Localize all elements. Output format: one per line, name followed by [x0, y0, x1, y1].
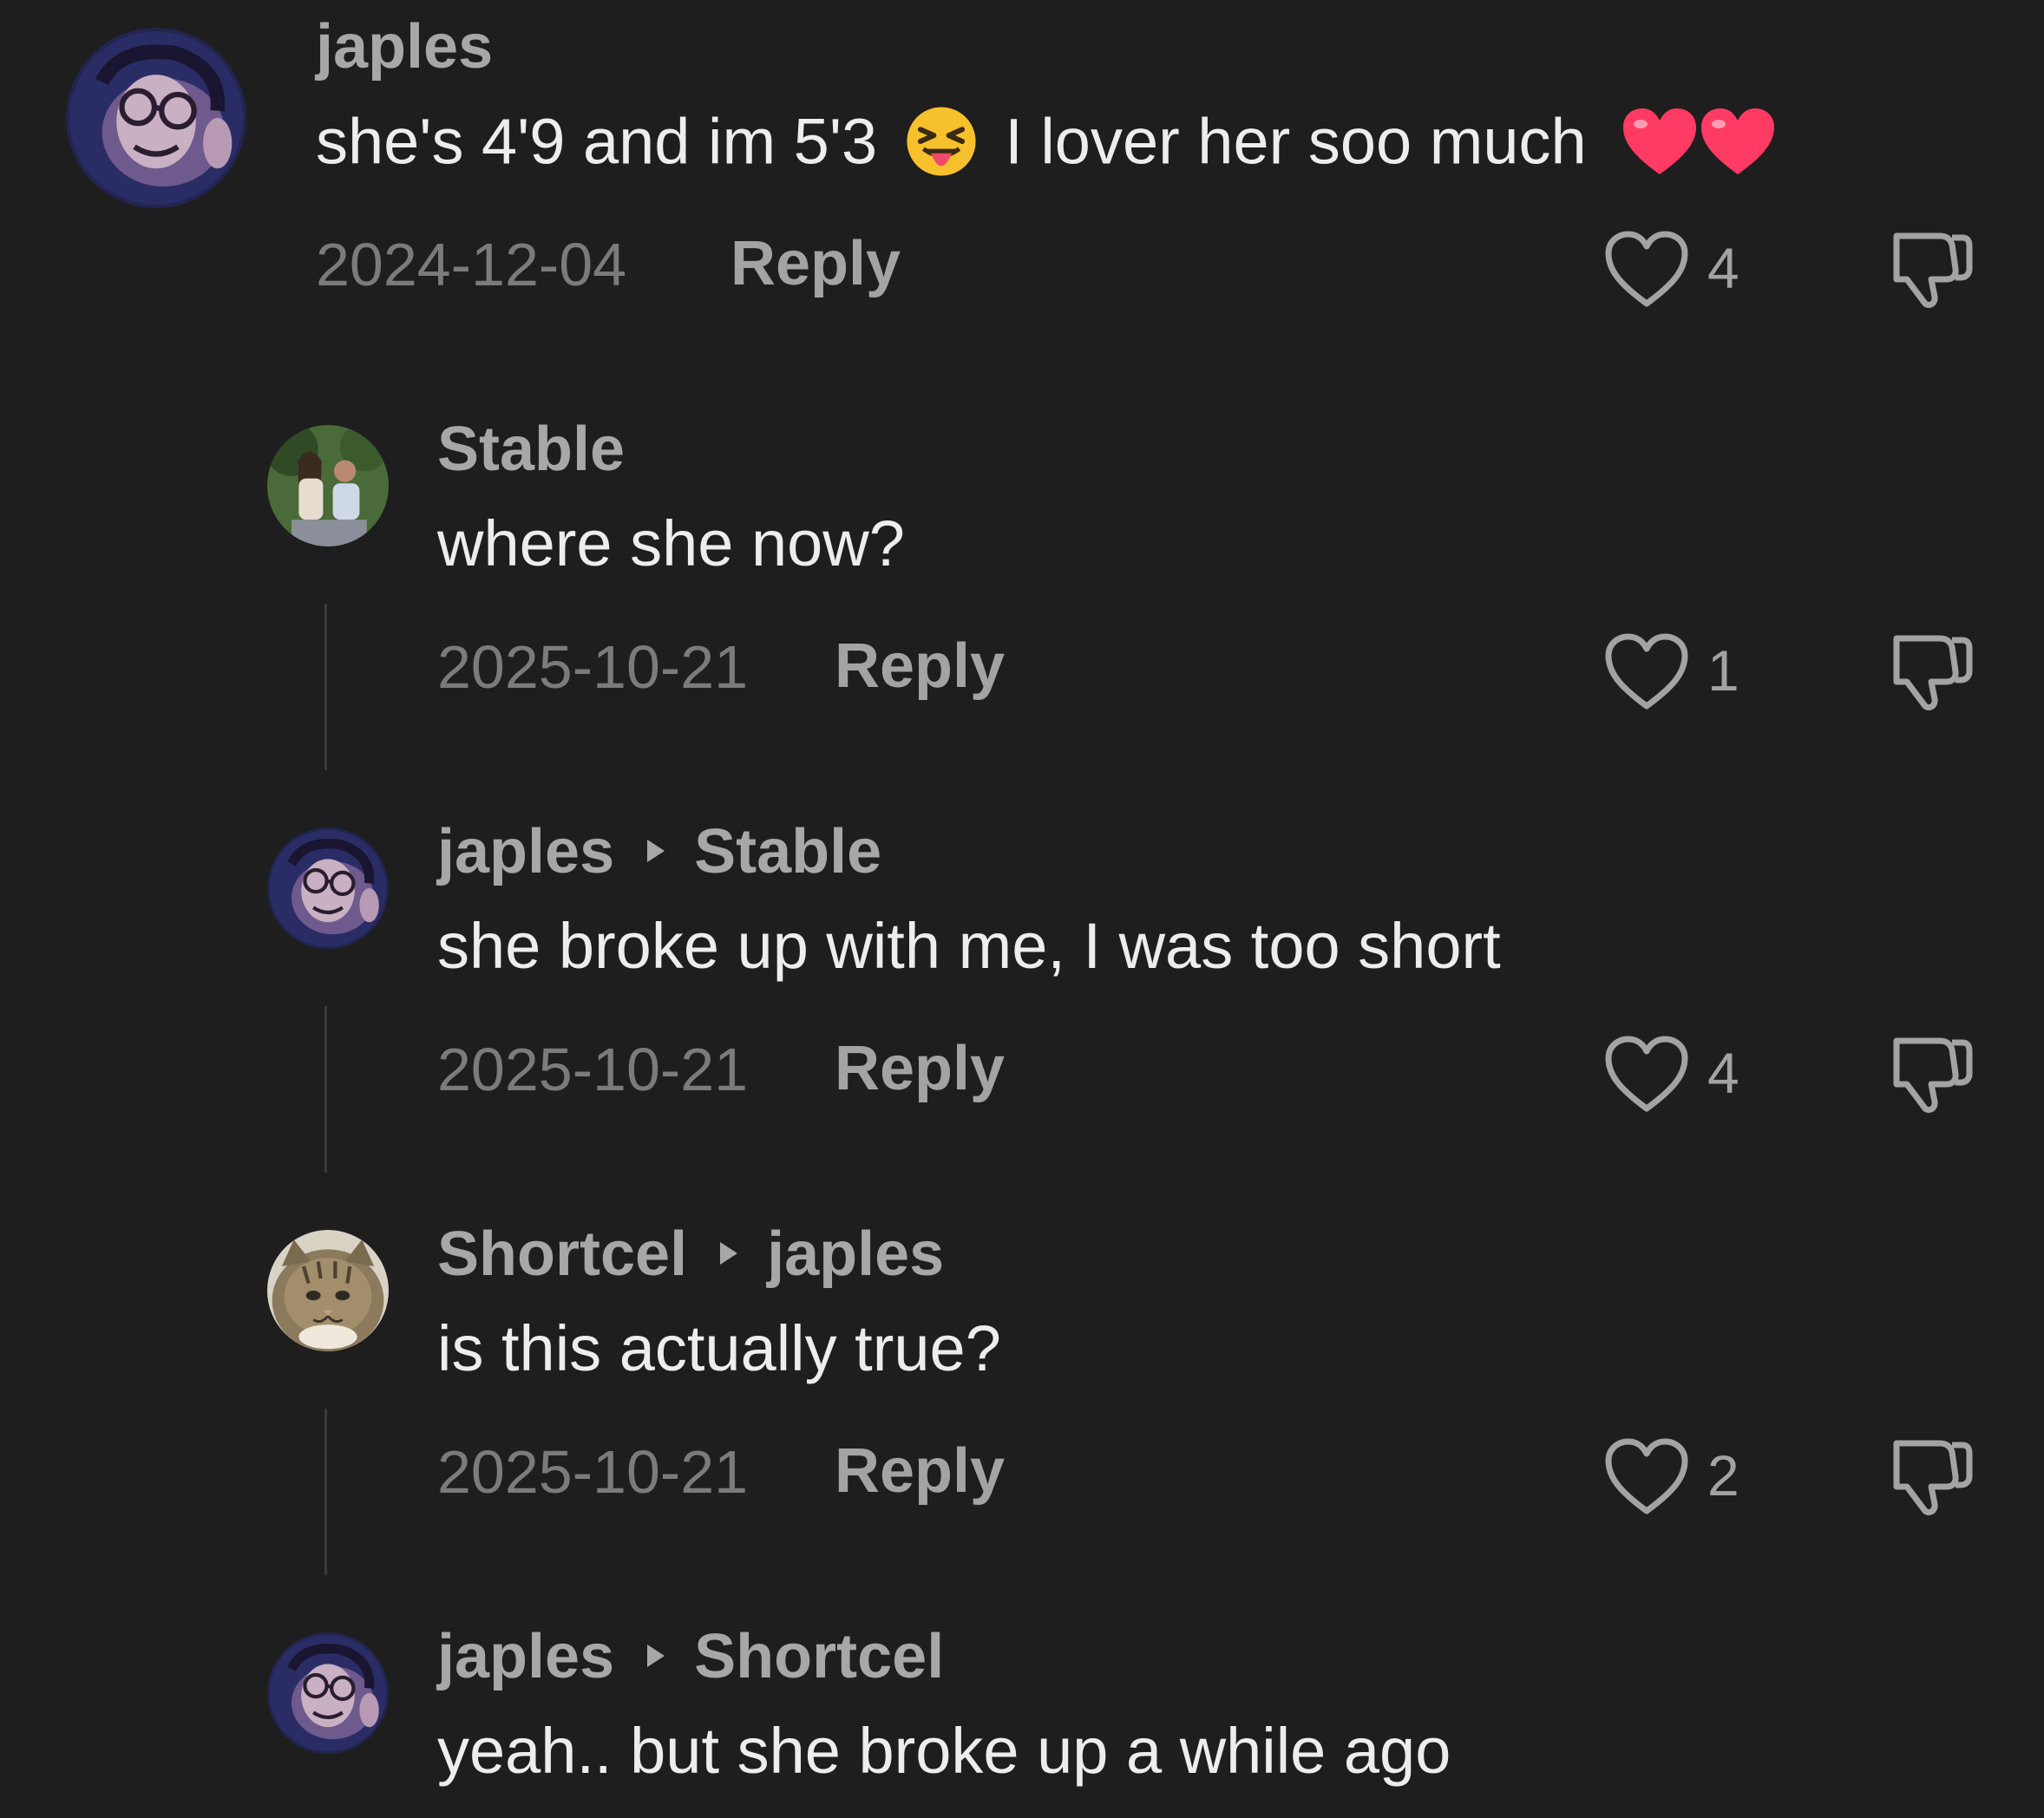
comment-date: 2025-10-21 — [437, 1036, 749, 1103]
comment-text: she's 4'9 and im 5'3 I lover her soo muc… — [316, 105, 1778, 184]
thread-line — [324, 1409, 327, 1575]
thread-line — [324, 604, 327, 770]
triangle-right-icon — [720, 1241, 738, 1265]
comment-author[interactable]: japles Stable — [437, 821, 881, 883]
avatar[interactable] — [267, 425, 389, 546]
heart-outline-icon[interactable] — [1603, 631, 1690, 711]
author-name[interactable]: japles — [316, 12, 493, 82]
reply-button[interactable]: Reply — [730, 232, 901, 295]
comment-date: 2025-10-21 — [437, 1438, 749, 1506]
heart-outline-icon[interactable] — [1603, 1034, 1690, 1114]
author-name[interactable]: japles — [437, 817, 614, 886]
like-count: 1 — [1707, 638, 1739, 703]
squinting-tongue-face-emoji — [904, 104, 979, 179]
comment-text-part: I lover her soo much — [1005, 105, 1587, 178]
avatar-shortcel-cat-image — [267, 1230, 389, 1351]
thumbs-down-icon[interactable] — [1886, 224, 1976, 314]
avatar[interactable] — [66, 28, 246, 208]
avatar-japles-image — [267, 827, 389, 949]
avatar[interactable] — [267, 827, 389, 949]
comment-author[interactable]: japles — [316, 16, 493, 78]
comment-date: 2025-10-21 — [437, 633, 749, 701]
comment-text: yeah.. but she broke up a while ago — [437, 1715, 1451, 1787]
like-count: 2 — [1707, 1443, 1739, 1507]
like-count: 4 — [1707, 236, 1739, 300]
reply-to-name[interactable]: Stable — [694, 817, 881, 886]
two-red-hearts-emoji — [1621, 105, 1778, 178]
avatar[interactable] — [267, 1230, 389, 1351]
heart-outline-icon[interactable] — [1603, 1436, 1690, 1516]
avatar-stable-image — [267, 425, 389, 546]
heart-outline-icon[interactable] — [1603, 229, 1690, 309]
avatar[interactable] — [267, 1632, 389, 1754]
comment-author[interactable]: Shortcel japles — [437, 1223, 944, 1285]
thumbs-down-icon[interactable] — [1886, 1029, 1976, 1119]
avatar-japles-image — [66, 28, 246, 208]
author-name[interactable]: japles — [437, 1622, 614, 1691]
reply-button[interactable]: Reply — [835, 1440, 1005, 1502]
comment-text: is this actually true? — [437, 1312, 1001, 1384]
thumbs-down-icon[interactable] — [1886, 1431, 1976, 1521]
author-name[interactable]: Shortcel — [437, 1220, 687, 1289]
thread-line — [324, 1006, 327, 1173]
triangle-right-icon — [647, 1644, 665, 1667]
triangle-right-icon — [647, 839, 665, 862]
comment-author[interactable]: Stable — [437, 418, 625, 481]
avatar-japles-image — [267, 1632, 389, 1754]
thumbs-down-icon[interactable] — [1886, 626, 1976, 716]
comment-text-part: she's 4'9 and im 5'3 — [316, 105, 878, 178]
comment-date: 2024-12-04 — [316, 231, 627, 298]
reply-button[interactable]: Reply — [835, 1037, 1005, 1100]
reply-to-name[interactable]: Shortcel — [694, 1622, 944, 1691]
author-name[interactable]: Stable — [437, 415, 625, 484]
comment-text: where she now? — [437, 507, 905, 579]
comment-author[interactable]: japles Shortcel — [437, 1625, 944, 1688]
reply-to-name[interactable]: japles — [767, 1220, 944, 1289]
reply-button[interactable]: Reply — [835, 635, 1005, 697]
comment-text: she broke up with me, I was too short — [437, 910, 1501, 982]
like-count: 4 — [1707, 1041, 1739, 1105]
